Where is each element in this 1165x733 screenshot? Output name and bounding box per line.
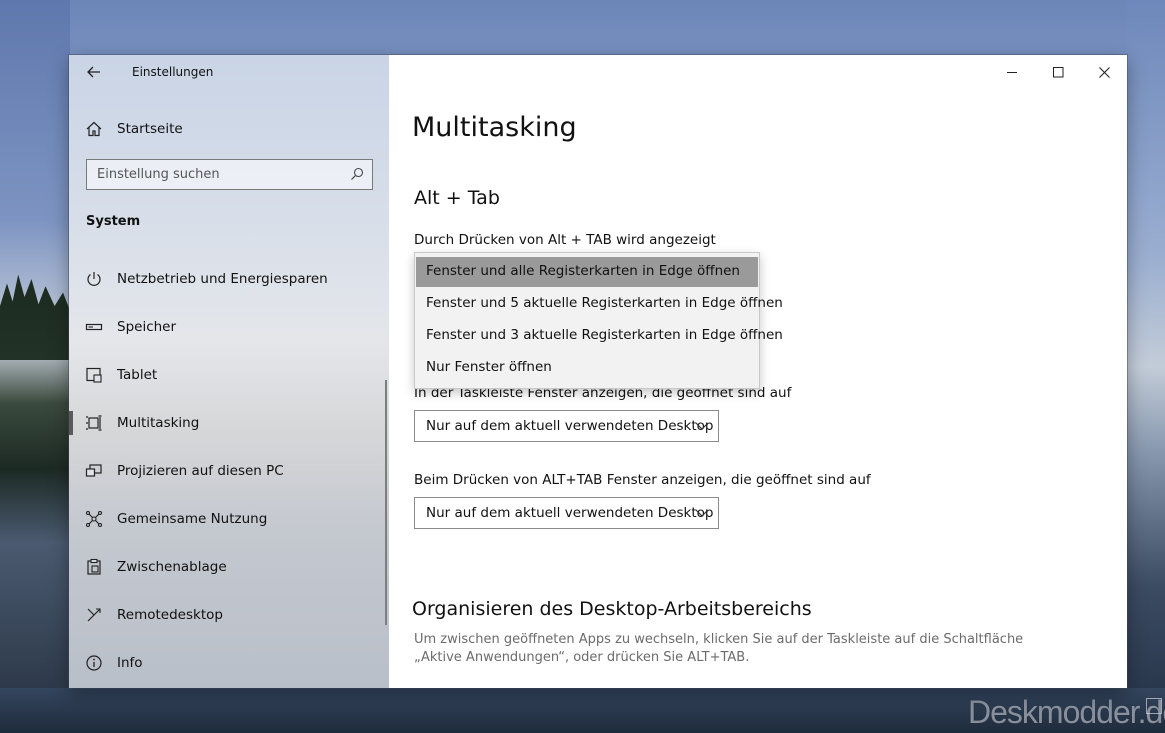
alt-tab-dropdown-list: Fenster und alle Registerkarten in Edge … bbox=[414, 252, 783, 389]
multitasking-icon bbox=[86, 415, 102, 431]
sidebar-item-label: Speicher bbox=[117, 319, 177, 335]
sidebar-item-label: Tablet bbox=[117, 367, 158, 383]
sidebar-item-label: Multitasking bbox=[117, 415, 200, 431]
sidebar-item-project[interactable]: Projizieren auf diesen PC bbox=[69, 451, 385, 491]
watermark-mark bbox=[1146, 698, 1162, 714]
sidebar-item-label: Startseite bbox=[117, 121, 183, 137]
alt-tab-label: Durch Drücken von Alt + TAB wird angezei… bbox=[414, 232, 716, 248]
storage-icon bbox=[85, 323, 103, 331]
sidebar-item-clipboard[interactable]: Zwischenablage bbox=[69, 547, 385, 587]
section-title: System bbox=[86, 214, 141, 229]
search-icon[interactable] bbox=[350, 167, 364, 181]
search-box[interactable] bbox=[86, 159, 373, 190]
dropdown-option[interactable]: Fenster und 3 aktuelle Registerkarten in… bbox=[416, 321, 783, 351]
wallpaper-right bbox=[1127, 0, 1165, 733]
sidebar-item-share[interactable]: Gemeinsame Nutzung bbox=[69, 499, 385, 539]
dropdown-option-label: Fenster und alle Registerkarten in Edge … bbox=[426, 263, 740, 279]
sidebar-item-label: Projizieren auf diesen PC bbox=[117, 463, 284, 479]
tablet-icon bbox=[86, 367, 102, 383]
wallpaper bbox=[0, 0, 70, 733]
settings-window: Einstellungen Startseite System Netzbetr… bbox=[69, 55, 1127, 688]
sidebar-item-label: Zwischenablage bbox=[117, 559, 227, 575]
sidebar-item-label: Remotedesktop bbox=[117, 607, 223, 623]
sidebar-item-storage[interactable]: Speicher bbox=[69, 307, 385, 347]
chevron-down-icon bbox=[695, 422, 709, 430]
power-icon bbox=[87, 272, 101, 286]
share-icon bbox=[85, 510, 103, 528]
combobox-value: Nur auf dem aktuell verwendeten Desktop bbox=[426, 505, 714, 521]
dropdown-option[interactable]: Fenster und 5 aktuelle Registerkarten in… bbox=[416, 289, 783, 319]
sidebar-scrollbar[interactable] bbox=[385, 380, 387, 625]
alttab-windows-combobox[interactable]: Nur auf dem aktuell verwendeten Desktop bbox=[414, 497, 719, 529]
minimize-icon bbox=[1006, 71, 1017, 73]
sidebar-item-label: Netzbetrieb und Energiesparen bbox=[117, 271, 328, 287]
watermark: Deskmodder.de bbox=[968, 694, 1165, 730]
close-button[interactable] bbox=[1081, 55, 1127, 89]
sidebar-item-home[interactable]: Startseite bbox=[69, 115, 389, 143]
clipboard-icon bbox=[87, 558, 101, 575]
back-button[interactable] bbox=[83, 62, 105, 82]
dropdown-option[interactable]: Fenster und alle Registerkarten in Edge … bbox=[416, 257, 758, 287]
sidebar-item-tablet[interactable]: Tablet bbox=[69, 355, 385, 395]
sidebar: Einstellungen Startseite System Netzbetr… bbox=[69, 55, 389, 688]
dropdown-option-label: Fenster und 3 aktuelle Registerkarten in… bbox=[426, 327, 783, 343]
minimize-button[interactable] bbox=[989, 55, 1035, 89]
project-icon bbox=[85, 464, 102, 477]
maximize-button[interactable] bbox=[1035, 55, 1081, 89]
sidebar-item-remote-desktop[interactable]: Remotedesktop bbox=[69, 595, 385, 635]
maximize-icon bbox=[1052, 66, 1063, 77]
workspace-description: Um zwischen geöffneten Apps zu wechseln,… bbox=[414, 632, 1024, 665]
info-icon bbox=[86, 655, 102, 671]
page-title: Multitasking bbox=[412, 112, 577, 143]
sidebar-item-info[interactable]: Info bbox=[69, 643, 385, 683]
close-icon bbox=[1098, 66, 1110, 78]
app-title: Einstellungen bbox=[132, 65, 214, 79]
remote-desktop-icon bbox=[87, 608, 101, 622]
sidebar-item-power[interactable]: Netzbetrieb und Energiesparen bbox=[69, 259, 385, 299]
back-arrow-icon bbox=[87, 66, 100, 78]
sidebar-item-multitasking[interactable]: Multitasking bbox=[69, 403, 385, 443]
dropdown-option[interactable]: Nur Fenster öffnen bbox=[416, 353, 758, 383]
taskbar-combobox[interactable]: Nur auf dem aktuell verwendeten Desktop bbox=[414, 410, 719, 442]
sidebar-item-label: Info bbox=[117, 655, 143, 671]
chevron-down-icon bbox=[695, 509, 709, 517]
main-content: Multitasking Alt + Tab Durch Drücken von… bbox=[389, 55, 1127, 688]
dropdown-option-label: Nur Fenster öffnen bbox=[426, 359, 552, 375]
home-icon bbox=[86, 121, 102, 137]
dropdown-option-label: Fenster und 5 aktuelle Registerkarten in… bbox=[426, 295, 783, 311]
search-input[interactable] bbox=[87, 160, 357, 189]
workspace-heading: Organisieren des Desktop-Arbeitsbereichs bbox=[412, 598, 812, 620]
alt-tab-heading: Alt + Tab bbox=[414, 187, 500, 209]
sidebar-item-label: Gemeinsame Nutzung bbox=[117, 511, 268, 527]
combobox-value: Nur auf dem aktuell verwendeten Desktop bbox=[426, 418, 714, 434]
alttab-windows-label: Beim Drücken von ALT+TAB Fenster anzeige… bbox=[414, 472, 871, 488]
